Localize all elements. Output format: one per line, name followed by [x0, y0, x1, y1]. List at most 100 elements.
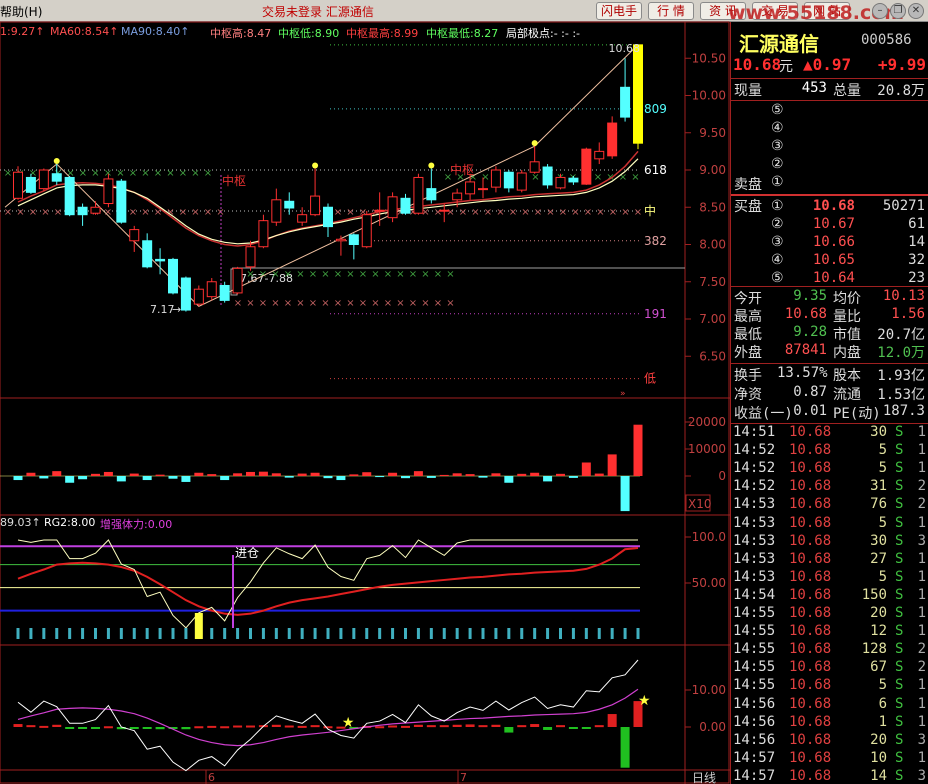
- sell-label: 卖盘: [734, 177, 762, 193]
- macd-bar: [491, 724, 501, 727]
- candle-body: [206, 281, 217, 298]
- pivot-x-mark: ×: [571, 207, 579, 218]
- volume-bar: [246, 471, 255, 476]
- trade-side: S: [895, 460, 904, 477]
- candle-body: [284, 200, 295, 209]
- candle: [103, 173, 114, 208]
- pivot-x-mark: ×: [296, 298, 304, 309]
- price-change: ▲0.97: [803, 55, 852, 74]
- rsi-tick-bar: [533, 628, 537, 639]
- volume-bar: [168, 476, 178, 479]
- trade-volume: 20: [870, 605, 887, 621]
- volume-bar: [284, 476, 294, 478]
- rsi-tick-bar: [287, 628, 291, 639]
- rsi-tick-bar: [158, 628, 162, 639]
- pivot-x-mark: ×: [4, 168, 12, 179]
- trade-count: 3: [917, 532, 926, 549]
- peak-marker: [312, 162, 319, 169]
- candle: [542, 164, 553, 189]
- rsi-tick-bar: [597, 628, 601, 639]
- rsi-tick-bar: [106, 628, 110, 639]
- level-label-382: 382: [644, 234, 667, 248]
- trade-time: 14:53: [733, 550, 776, 567]
- trade-price: 10.68: [789, 424, 832, 440]
- candle-body: [516, 172, 527, 191]
- candle: [180, 276, 191, 312]
- stat-label: 量比: [833, 309, 861, 325]
- trade-volume: 150: [861, 586, 887, 603]
- volume-bar: [39, 476, 49, 479]
- rsi-tick-bar: [636, 628, 640, 639]
- kline-chart[interactable]: 10.50 10.00 9.50 9.00 8.50 8.00 7.50 7.00 6.50 80…: [0, 0, 730, 784]
- trade-price: 10.68: [789, 550, 832, 567]
- pivot-x-mark: ×: [409, 298, 417, 309]
- volume-bar: [452, 473, 462, 476]
- trade-side: S: [895, 532, 904, 549]
- trade-time: 14:52: [733, 442, 776, 459]
- date-label-july: 7: [460, 771, 467, 784]
- zs-high: 中枢高:8.47: [210, 27, 272, 40]
- pivot-x-mark: ×: [371, 298, 379, 309]
- pivot-x-mark: ×: [191, 168, 199, 179]
- rsi-tick-bar: [184, 628, 188, 639]
- pivot-x-mark: ×: [596, 207, 604, 218]
- volume-bar: [620, 476, 630, 512]
- trade-price: 10.68: [789, 460, 832, 477]
- candle-body: [387, 196, 398, 219]
- volume-bar: [594, 473, 604, 476]
- pivot-x-mark: ×: [284, 269, 292, 280]
- total-vol: 20.8万: [877, 83, 925, 99]
- pivot-x-mark: ×: [79, 168, 87, 179]
- macd-bar: [207, 725, 217, 728]
- pivot-x-mark: ×: [446, 207, 454, 218]
- close-icon[interactable]: ✕: [908, 3, 924, 19]
- trade-count: 1: [917, 695, 926, 712]
- candle: [258, 214, 269, 249]
- buy-price: 10.64: [812, 270, 855, 286]
- candle-body: [581, 148, 592, 185]
- minimize-icon[interactable]: –: [872, 3, 888, 19]
- stat-label: 换手: [734, 368, 762, 384]
- peak-marker: [428, 162, 435, 169]
- pivot-x-mark: ×: [606, 172, 614, 183]
- rsi-tick-bar: [171, 628, 175, 639]
- pivot-x-mark: ×: [396, 269, 404, 280]
- macd-bar: [284, 725, 294, 728]
- candle-body: [142, 240, 153, 268]
- candle-body: [297, 214, 308, 223]
- rsi-tick-bar: [559, 628, 562, 639]
- pivot-x-mark: ×: [141, 168, 149, 179]
- macd-bar: [271, 724, 281, 727]
- volume-unit-label: X10: [688, 497, 712, 511]
- rsi-tick-bar: [404, 628, 407, 639]
- candle: [400, 193, 411, 215]
- rsi-tick-bar: [584, 628, 588, 639]
- volume-bar: [91, 473, 100, 476]
- rsi-tick-bar: [274, 628, 278, 639]
- trade-time: 14:56: [733, 731, 776, 748]
- rsi-tick-bar: [571, 628, 575, 639]
- trade-price: 10.68: [789, 586, 832, 603]
- candle-body: [13, 171, 23, 199]
- restore-icon[interactable]: ❐: [890, 3, 906, 19]
- pivot-x-mark: ×: [116, 168, 124, 179]
- stat-value: 1.93亿: [877, 368, 925, 384]
- candle-body: [38, 169, 49, 190]
- stat-label: 今开: [734, 291, 762, 307]
- trade-count: 1: [917, 550, 926, 567]
- macd-dea-line: [17, 688, 639, 747]
- pivot-x-mark: ×: [531, 172, 539, 183]
- trade-count: 1: [917, 677, 926, 694]
- rsi-tick-bar: [339, 628, 343, 639]
- volume-bar: [349, 474, 359, 476]
- candle: [206, 278, 217, 301]
- stat-value: 13.57%: [777, 365, 828, 381]
- trade-volume: 27: [870, 550, 887, 567]
- volume-bar: [581, 462, 591, 476]
- rsi-tick-label: 100.0: [692, 530, 726, 544]
- pivot-x-mark: ×: [559, 207, 567, 218]
- trade-price: 10.68: [789, 514, 832, 531]
- rsi-slow-line: [17, 547, 639, 616]
- volume-bar: [194, 472, 204, 476]
- pivot-x-mark: ×: [246, 269, 254, 280]
